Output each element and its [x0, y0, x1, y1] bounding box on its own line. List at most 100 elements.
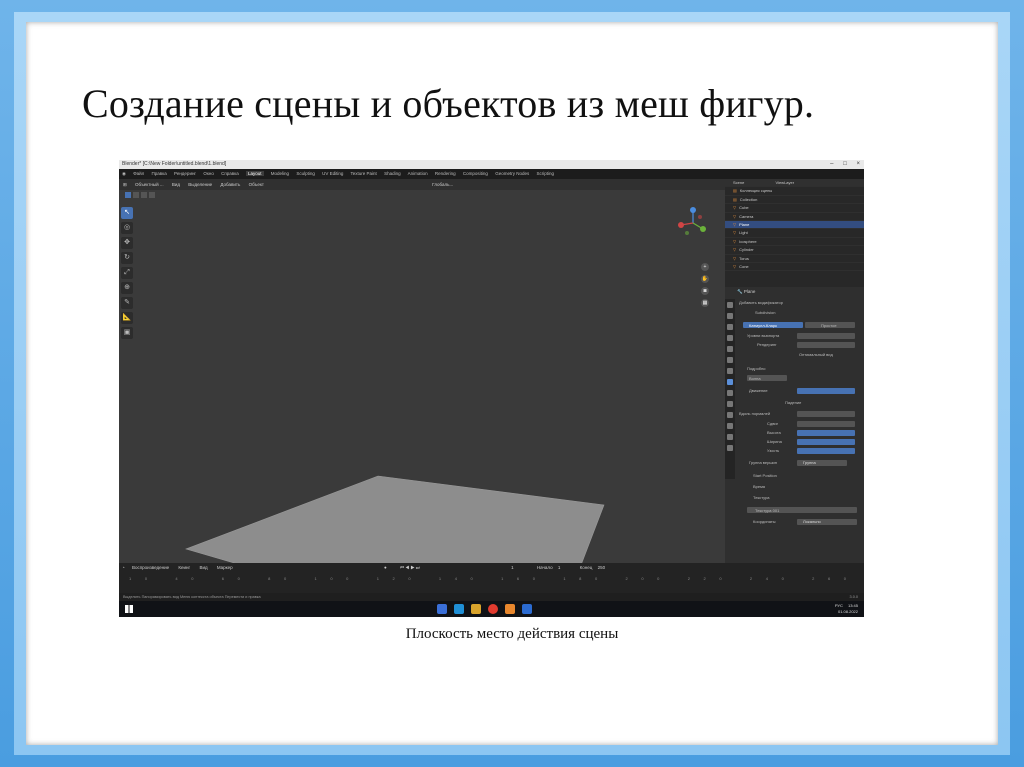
menu-edit[interactable]: Правка [152, 171, 167, 176]
edge-icon[interactable] [454, 604, 464, 614]
maximize-icon[interactable]: □ [843, 161, 847, 167]
ruler-tick: 160 [501, 576, 549, 581]
grid-view-icon[interactable]: ▦ [701, 299, 709, 307]
blender-taskbar-icon[interactable] [505, 604, 515, 614]
menu-window[interactable]: Окно [203, 171, 213, 176]
start-frame-value[interactable]: 1 [558, 565, 561, 570]
menu-timeline-view[interactable]: Вид [199, 565, 207, 570]
texture-tab-icon[interactable] [727, 445, 733, 451]
ruler-tick: 260 [812, 576, 860, 581]
navigation-gizmo[interactable] [673, 205, 713, 241]
material-tab-icon[interactable] [727, 434, 733, 440]
playback-controls-icon[interactable]: ⏮ ◀ ▶ ⏭ [400, 565, 420, 570]
tab-rendering[interactable]: Rendering [435, 171, 456, 176]
word-icon[interactable] [522, 604, 532, 614]
tab-uv-editing[interactable]: UV Editing [322, 171, 343, 176]
tool-tab-icon[interactable] [727, 302, 733, 308]
render-levels-field[interactable] [797, 341, 855, 348]
wave-offset-field[interactable] [797, 420, 855, 427]
tab-sculpting[interactable]: Sculpting [296, 171, 315, 176]
outliner-item[interactable]: ▤ Collection [725, 196, 864, 205]
blender-logo-icon[interactable]: ◉ [122, 171, 126, 176]
camera-view-icon[interactable]: ◙ [701, 287, 709, 295]
outliner-header: Scene ViewLayer [725, 179, 864, 188]
data-tab-icon[interactable] [727, 423, 733, 429]
menu-playback[interactable]: Воспроизведение [132, 565, 169, 570]
record-icon[interactable]: ● [384, 565, 387, 570]
view-layer-tab-icon[interactable] [727, 335, 733, 341]
mesh-icon: ▽ [733, 263, 737, 269]
physics-tab-icon[interactable] [727, 401, 733, 407]
window-title: Blender* [C:\New Folder\untitled.blend\1… [122, 161, 227, 167]
tab-compositing[interactable]: Compositing [463, 171, 488, 176]
tab-texture-paint[interactable]: Texture Paint [351, 171, 377, 176]
constraints-tab-icon[interactable] [727, 412, 733, 418]
time-section[interactable]: Время [753, 483, 765, 490]
tab-modeling[interactable]: Modeling [271, 171, 289, 176]
outliner-item[interactable]: ▽ Cylinder [725, 246, 864, 255]
modifier-1-name[interactable]: Subdivision [755, 309, 775, 316]
outliner-item[interactable]: ▤ Коллекция сцены [725, 187, 864, 196]
wave-motion-field[interactable] [797, 387, 855, 394]
wave-normals-field[interactable] [797, 410, 855, 417]
scene-label[interactable]: Scene [733, 180, 744, 185]
menu-keying[interactable]: Кеинг [178, 565, 190, 570]
end-frame-value[interactable]: 250 [598, 565, 606, 570]
particles-tab-icon[interactable] [727, 390, 733, 396]
light-icon: ▽ [733, 230, 737, 236]
start-position-section[interactable]: Start Position [753, 472, 777, 479]
plane-mesh[interactable] [185, 475, 605, 563]
wave-narrowness-field[interactable] [797, 447, 855, 454]
optimal-display-checkbox[interactable]: Оптимальный вид [799, 351, 833, 358]
texture-section[interactable]: Текстура [753, 494, 770, 501]
pan-hand-icon[interactable]: ✋ [701, 275, 709, 283]
outliner-item[interactable]: ▽ Icosphere [725, 238, 864, 247]
ruler-tick: 120 [376, 576, 425, 581]
tab-scripting[interactable]: Scripting [536, 171, 554, 176]
timeline-editor-icon[interactable]: ◔ [122, 565, 125, 570]
advanced-section[interactable]: Подробно [747, 365, 766, 372]
zoom-icon[interactable]: + [701, 263, 709, 271]
yandex-icon[interactable] [488, 604, 498, 614]
menu-help[interactable]: Справка [221, 171, 239, 176]
ruler-tick: 140 [438, 576, 487, 581]
modifier-tab-icon[interactable] [727, 379, 733, 385]
tab-shading[interactable]: Shading [384, 171, 401, 176]
world-tab-icon[interactable] [727, 357, 733, 363]
menu-render[interactable]: Рендеринг [174, 171, 196, 176]
keyboard-lang[interactable]: РУС [835, 603, 843, 608]
explorer-icon[interactable] [471, 604, 481, 614]
outliner-item-selected[interactable]: ▽ Plane [725, 220, 864, 230]
taskbar-app-icon[interactable] [437, 604, 447, 614]
add-modifier-button[interactable]: Добавить модификатор [739, 299, 783, 306]
view-layer-label[interactable]: ViewLayer [775, 180, 794, 185]
outliner-item[interactable]: ▽ Cube [725, 204, 864, 213]
wave-width-field[interactable] [797, 438, 855, 445]
texture-value: Текстура 001 [755, 507, 780, 513]
wave-height-field[interactable] [797, 429, 855, 436]
tab-geometry-nodes[interactable]: Geometry Nodes [495, 171, 529, 176]
close-icon[interactable]: × [856, 161, 860, 167]
windows-start-icon[interactable] [125, 605, 133, 613]
outliner-item[interactable]: ▽ Camera [725, 213, 864, 221]
object-tab-icon[interactable] [727, 368, 733, 374]
minimize-icon[interactable]: – [830, 161, 833, 167]
tab-layout[interactable]: Layout [246, 171, 264, 176]
wrench-icon: 🔧 [737, 289, 743, 294]
output-tab-icon[interactable] [727, 324, 733, 330]
scene-tab-icon[interactable] [727, 346, 733, 352]
outliner-item[interactable]: ▽ Light [725, 229, 864, 238]
outliner-item-label: Коллекция сцены [739, 188, 773, 194]
collection-icon: ▤ [733, 196, 737, 202]
outliner-item-label: Light [739, 230, 748, 236]
levels-viewport-field[interactable] [797, 332, 855, 339]
menu-marker[interactable]: Маркер [217, 565, 233, 570]
system-tray[interactable]: РУС 13:45 01.08.2022 [835, 603, 858, 615]
current-frame[interactable]: 1 [511, 565, 514, 570]
tab-animation[interactable]: Animation [408, 171, 428, 176]
outliner-item[interactable]: ▽ Cone [725, 263, 864, 272]
menu-file[interactable]: Файл [133, 171, 144, 176]
outliner-item[interactable]: ▽ Torus [725, 255, 864, 263]
render-tab-icon[interactable] [727, 313, 733, 319]
timeline[interactable]: ◔ Воспроизведение Кеинг Вид Маркер ● ⏮ ◀… [119, 563, 864, 593]
